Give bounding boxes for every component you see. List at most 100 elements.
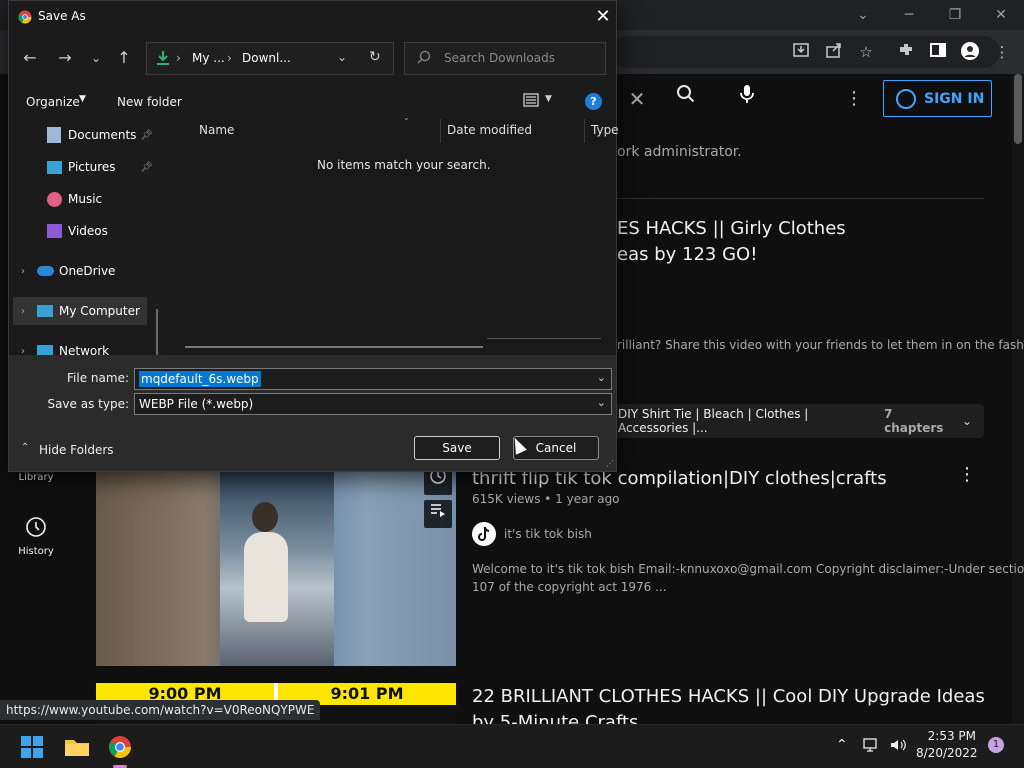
command-bar: Organize ▼ New folder ▼ ?	[9, 87, 616, 117]
new-folder-button[interactable]: New folder	[117, 95, 182, 109]
expand-chevron-icon[interactable]: ›	[21, 306, 25, 317]
dialog-close-button[interactable]: ✕	[591, 5, 615, 29]
save-type-value: WEBP File (*.webp)	[139, 397, 254, 411]
history-icon	[25, 516, 47, 538]
video-title-line2[interactable]: eas by 123 GO!	[617, 244, 757, 265]
clear-search-icon[interactable]: ✕	[622, 84, 652, 114]
divider	[606, 198, 984, 199]
notification-badge[interactable]: 1	[988, 737, 1004, 753]
column-header-type[interactable]: Type	[591, 123, 619, 137]
view-chevron-icon[interactable]: ▼	[545, 94, 552, 104]
address-bar[interactable]: › My ... › Downl... ⌄ ↻	[146, 42, 394, 75]
search-icon[interactable]	[666, 82, 706, 116]
video2-channel[interactable]: it's tik tok bish	[504, 527, 592, 541]
restore-button[interactable]: ❐	[944, 4, 966, 26]
breadcrumb-separator: ›	[227, 51, 232, 65]
channel-avatar[interactable]	[472, 522, 496, 546]
save-type-select[interactable]: WEBP File (*.webp) ⌄	[134, 393, 612, 415]
nav-item-label: Videos	[68, 224, 108, 238]
file-explorer-icon[interactable]	[61, 731, 93, 763]
address-dropdown-icon[interactable]: ⌄	[337, 50, 347, 64]
save-button[interactable]: Save	[414, 436, 500, 460]
clock-time[interactable]: 2:53 PM	[922, 729, 976, 743]
clock-date[interactable]: 8/20/2022	[916, 746, 978, 760]
search-placeholder: Search Downloads	[444, 51, 555, 65]
nav-item-label: Pictures	[68, 160, 116, 174]
help-icon[interactable]: ?	[585, 93, 602, 110]
share-icon[interactable]	[823, 41, 845, 63]
organize-button[interactable]: Organize	[26, 95, 80, 109]
microphone-icon[interactable]	[732, 82, 762, 116]
organize-chevron-icon: ▼	[79, 94, 86, 104]
nav-item-videos[interactable]: Videos	[9, 217, 159, 245]
search-downloads-input[interactable]: Search Downloads	[404, 42, 606, 75]
nav-item-music[interactable]: Music	[9, 185, 159, 213]
video2-desc-line2: 107 of the copyright act 1976 ...	[472, 580, 667, 594]
dialog-titlebar[interactable]: Save As ✕	[9, 1, 616, 33]
resize-grip-icon[interactable]: ⋰	[606, 459, 614, 468]
chevron-down-icon[interactable]: ⌄	[597, 396, 606, 409]
nav-item-pictures[interactable]: Pictures 📌︎	[9, 153, 159, 181]
expand-chevron-icon[interactable]: ›	[21, 266, 25, 277]
empty-message: No items match your search.	[317, 158, 491, 172]
breadcrumb-part2[interactable]: Downl...	[242, 51, 291, 65]
file-name-input[interactable]: mqdefault_6s.webp ⌄	[134, 368, 612, 390]
chrome-app-icon	[18, 9, 32, 24]
chrome-taskbar-icon[interactable]	[104, 731, 136, 763]
add-to-queue-icon[interactable]	[424, 500, 452, 528]
cloud-icon	[37, 266, 54, 276]
nav-item-network[interactable]: › Network	[9, 337, 159, 355]
chevron-down-icon[interactable]: ⌄	[597, 371, 606, 384]
view-options-icon[interactable]	[523, 92, 541, 110]
tab-search-icon[interactable]: ⌄	[852, 4, 874, 26]
nav-item-label: Documents	[68, 128, 137, 142]
chrome-menu-icon[interactable]: ⋮	[991, 41, 1013, 63]
nav-item-onedrive[interactable]: › OneDrive	[9, 257, 159, 285]
video3-title-line1[interactable]: 22 BRILLIANT CLOTHES HACKS || Cool DIY U…	[472, 686, 985, 707]
network-folder-icon	[37, 345, 53, 355]
video2-menu-icon[interactable]: ⋮	[958, 464, 976, 485]
profile-icon[interactable]	[959, 41, 981, 63]
horizontal-scrollbar[interactable]	[185, 346, 483, 348]
sign-in-button[interactable]: SIGN IN	[883, 80, 992, 117]
hide-folders-button[interactable]: Hide Folders	[39, 443, 114, 457]
up-arrow-icon[interactable]: ↑	[113, 47, 135, 69]
nav-library[interactable]: Library	[0, 472, 72, 483]
music-icon	[47, 191, 62, 207]
bookmark-star-icon[interactable]: ☆	[855, 41, 877, 63]
chevron-down-icon: ⌄	[961, 414, 972, 428]
close-window-button[interactable]: ✕	[990, 4, 1012, 26]
refresh-icon[interactable]: ↻	[369, 49, 381, 65]
file-name-value: mqdefault_6s.webp	[139, 371, 261, 387]
breadcrumb-part1[interactable]: My ...	[192, 51, 225, 65]
expand-chevron-icon[interactable]: ›	[21, 346, 25, 356]
video-title-line1[interactable]: ES HACKS || Girly Clothes	[617, 218, 846, 239]
minimize-button[interactable]: ─	[898, 4, 920, 26]
chapters-count: 7 chapters	[884, 407, 944, 435]
column-header-date[interactable]: Date modified	[447, 123, 532, 137]
extensions-icon[interactable]	[895, 41, 917, 63]
sort-indicator-icon: ⌄	[403, 113, 410, 122]
forward-arrow-icon[interactable]: →	[54, 47, 76, 69]
nav-scrollbar[interactable]	[156, 309, 158, 355]
side-panel-icon[interactable]	[927, 41, 949, 63]
account-icon	[896, 88, 916, 109]
network-icon[interactable]	[862, 735, 882, 755]
nav-item-my-computer[interactable]: › My Computer	[13, 297, 147, 325]
column-header-name[interactable]: Name	[199, 123, 234, 137]
chapters-bar[interactable]: DIY Shirt Tie | Bleach | Clothes | Acces…	[606, 404, 984, 438]
recent-locations-chevron-icon[interactable]: ⌄	[85, 47, 107, 69]
nav-item-documents[interactable]: Documents 📌︎	[9, 121, 159, 149]
tray-overflow-icon[interactable]: ⌃	[836, 737, 848, 753]
pin-icon: 📌︎	[140, 161, 153, 173]
download-icon[interactable]	[790, 41, 812, 63]
start-icon[interactable]	[16, 731, 48, 763]
video-thumbnail[interactable]	[96, 472, 456, 666]
nav-history[interactable]: History	[0, 516, 72, 557]
watch-later-icon[interactable]	[424, 472, 452, 495]
volume-icon[interactable]	[888, 735, 908, 755]
more-options-icon[interactable]: ⋮	[844, 82, 864, 116]
video2-meta: 615K views • 1 year ago	[472, 492, 620, 506]
back-arrow-icon[interactable]: ←	[19, 47, 41, 69]
page-scrollbar[interactable]	[1012, 74, 1024, 724]
